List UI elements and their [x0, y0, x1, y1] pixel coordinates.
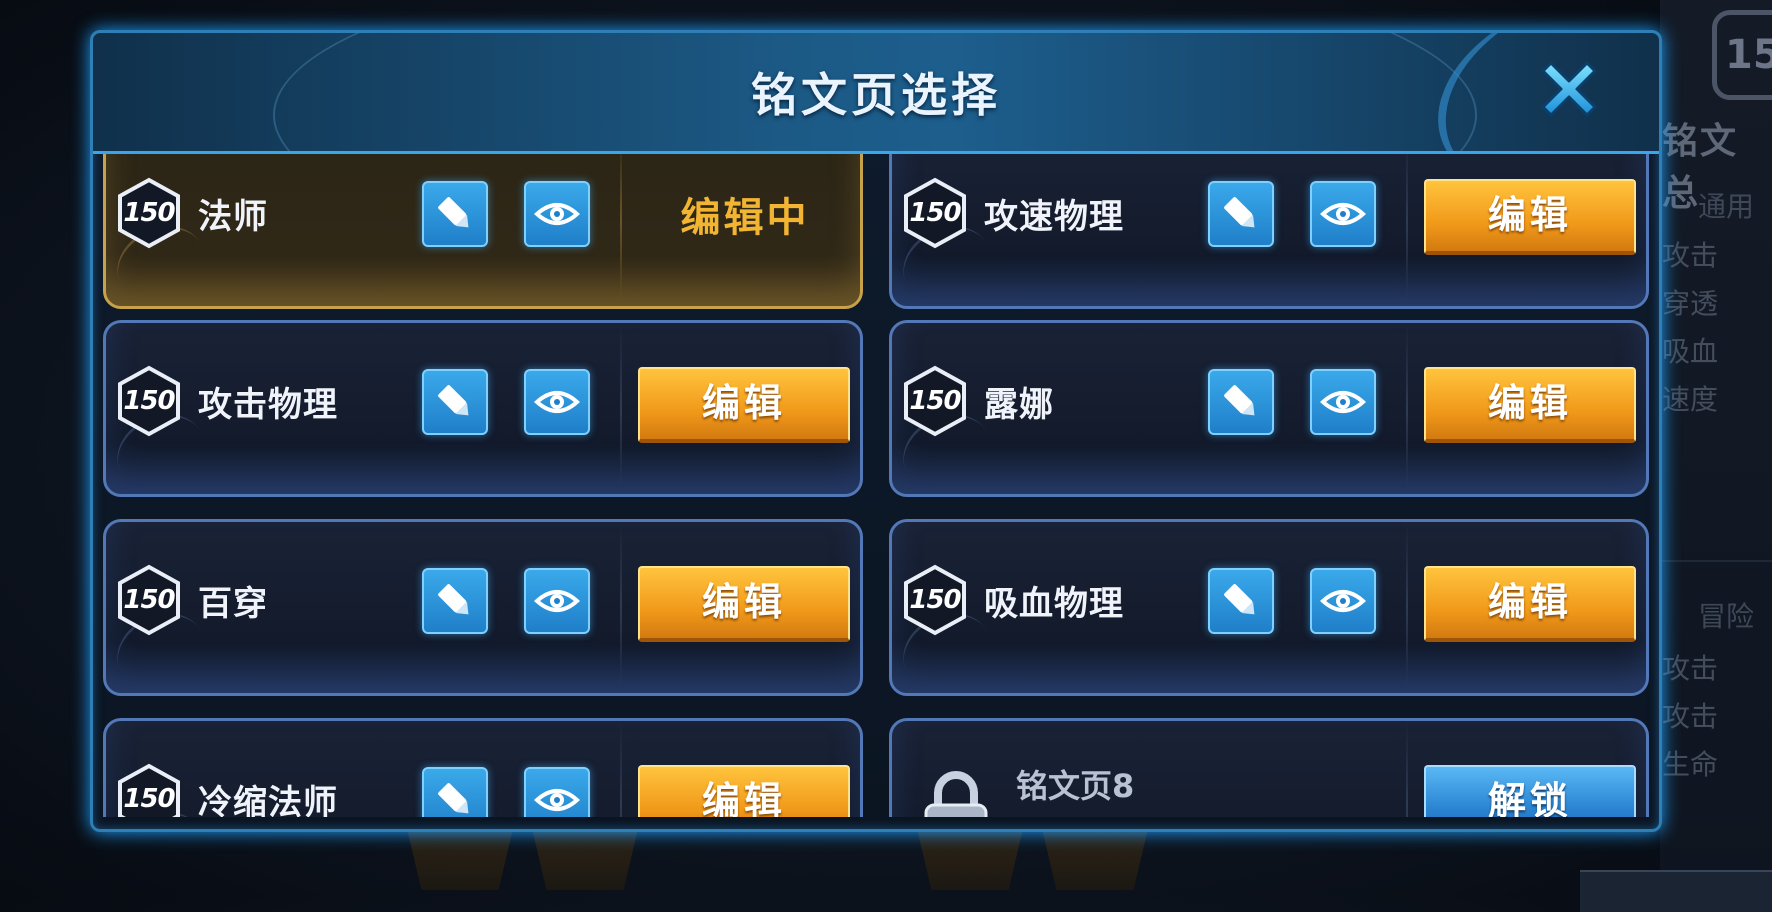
level-text: 150 [123, 585, 175, 615]
eye-icon [1320, 203, 1366, 225]
eye-icon [534, 789, 580, 811]
level-text: 150 [123, 386, 175, 416]
background-stat-item: 速度 [1662, 383, 1719, 416]
level-badge: 150 [116, 177, 182, 249]
lock-icon [924, 771, 988, 817]
locked-page-name: 铭文页8 [1016, 767, 1135, 805]
card-divider [620, 323, 622, 494]
background-stat-item: 生命 [1662, 748, 1719, 781]
rename-button[interactable] [1208, 369, 1274, 435]
rune-page-card[interactable]: 150 攻击物理 编辑 [103, 320, 863, 497]
level-badge: 150 [902, 365, 968, 437]
level-badge: 150 [116, 564, 182, 636]
card-divider [620, 154, 622, 306]
preview-button[interactable] [524, 568, 590, 634]
background-section-general: 通用 [1698, 190, 1755, 223]
level-text: 150 [909, 585, 961, 615]
rune-page-select-modal: 铭文页选择 150 法师 编辑中 150 攻速物理 编辑 150 攻击物理 编辑… [90, 30, 1662, 832]
rune-page-list: 150 法师 编辑中 150 攻速物理 编辑 150 攻击物理 编辑 150 露… [103, 154, 1649, 817]
level-badge: 150 [116, 763, 182, 817]
unlock-button[interactable]: 解锁 [1424, 765, 1636, 817]
edit-button[interactable]: 编辑 [638, 765, 850, 817]
rune-page-name: 攻击物理 [198, 385, 338, 425]
edit-button[interactable]: 编辑 [1424, 367, 1636, 443]
eye-icon [534, 391, 580, 413]
close-button[interactable] [1529, 49, 1609, 129]
eye-icon [1320, 391, 1366, 413]
rename-button[interactable] [422, 767, 488, 817]
edit-button[interactable]: 编辑 [1424, 179, 1636, 255]
eye-icon [1320, 590, 1366, 612]
rune-page-name: 法师 [198, 197, 268, 237]
edit-button[interactable]: 编辑 [638, 566, 850, 642]
background-stat-item: 攻击 [1662, 652, 1719, 685]
background-stat-list: 攻击 穿透 吸血 速度 [1662, 232, 1718, 424]
card-divider [1406, 323, 1408, 494]
level-text: 150 [909, 198, 961, 228]
level-text: 150 [123, 784, 175, 814]
background-level-badge: 150 [1712, 10, 1772, 100]
preview-button[interactable] [1310, 568, 1376, 634]
preview-button[interactable] [524, 181, 590, 247]
rune-page-card[interactable]: 150 冷缩法师 编辑 [103, 718, 863, 817]
rename-button[interactable] [1208, 568, 1274, 634]
rename-button[interactable] [422, 369, 488, 435]
card-divider [620, 522, 622, 693]
preview-button[interactable] [1310, 181, 1376, 247]
card-divider [1406, 154, 1408, 306]
background-stat-item: 攻击 [1662, 700, 1719, 733]
rune-page-name: 冷缩法师 [198, 783, 338, 817]
rename-button[interactable] [1208, 181, 1274, 247]
locked-rune-page-card[interactable]: 铭文页8 解锁 [889, 718, 1649, 817]
background-adventure-list: 攻击 攻击 生命 [1662, 645, 1718, 789]
pencil-icon [438, 783, 469, 814]
background-section-adventure: 冒险 [1698, 600, 1755, 633]
modal-header: 铭文页选择 [93, 33, 1659, 154]
level-text: 150 [909, 386, 961, 416]
edit-button[interactable]: 编辑 [638, 367, 850, 443]
rune-page-card[interactable]: 150 吸血物理 编辑 [889, 519, 1649, 696]
pencil-icon [438, 197, 469, 228]
level-badge: 150 [116, 365, 182, 437]
level-text: 150 [123, 198, 175, 228]
background-stat-item: 穿透 [1662, 287, 1719, 320]
card-divider [620, 721, 622, 817]
pencil-icon [1224, 197, 1255, 228]
rune-page-name: 百穿 [198, 584, 268, 624]
eye-icon [534, 203, 580, 225]
pencil-icon [1224, 584, 1255, 615]
background-stat-item: 攻击 [1662, 239, 1719, 272]
edit-button[interactable]: 编辑 [1424, 566, 1636, 642]
preview-button[interactable] [524, 369, 590, 435]
card-divider [1406, 721, 1408, 817]
level-badge: 150 [902, 564, 968, 636]
background-button [1580, 870, 1772, 912]
close-icon [1541, 61, 1597, 117]
rune-page-name: 吸血物理 [984, 584, 1124, 624]
preview-button[interactable] [524, 767, 590, 817]
rune-page-name: 攻速物理 [984, 197, 1124, 237]
editing-status: 编辑中 [680, 195, 810, 241]
card-divider [1406, 522, 1408, 693]
level-badge: 150 [902, 177, 968, 249]
pencil-icon [438, 584, 469, 615]
background-divider [1662, 560, 1772, 562]
rune-page-card[interactable]: 150 露娜 编辑 [889, 320, 1649, 497]
rename-button[interactable] [422, 181, 488, 247]
rename-button[interactable] [422, 568, 488, 634]
rune-page-card[interactable]: 150 攻速物理 编辑 [889, 154, 1649, 309]
pencil-icon [1224, 385, 1255, 416]
preview-button[interactable] [1310, 369, 1376, 435]
pencil-icon [438, 385, 469, 416]
background-stat-item: 吸血 [1662, 335, 1719, 368]
modal-title: 铭文页选择 [751, 68, 1001, 122]
rune-page-card[interactable]: 150 法师 编辑中 [103, 154, 863, 309]
eye-icon [534, 590, 580, 612]
rune-page-name: 露娜 [984, 385, 1054, 425]
rune-page-card[interactable]: 150 百穿 编辑 [103, 519, 863, 696]
